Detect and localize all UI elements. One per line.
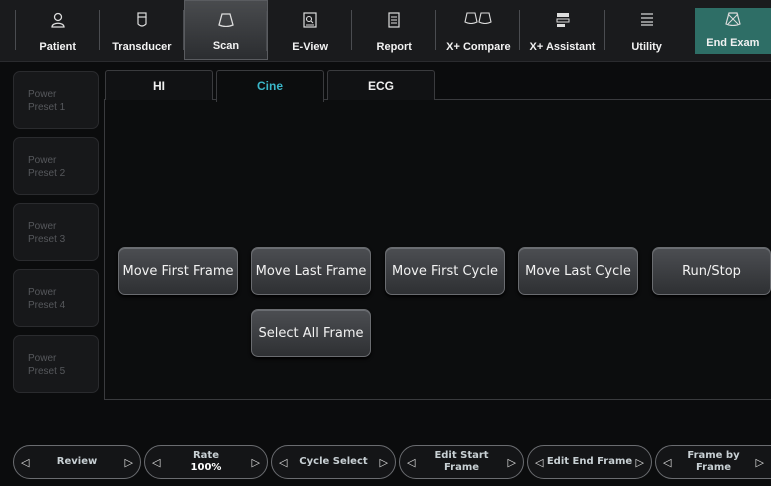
control-label: Frame by Frame xyxy=(687,450,740,473)
preset-line1: Power xyxy=(28,155,57,166)
preset-line2: Preset 4 xyxy=(28,300,66,311)
right-arrow-icon[interactable]: ▷ xyxy=(125,456,133,469)
toolbar-utility[interactable]: Utility xyxy=(605,0,689,60)
power-preset-4[interactable]: Power Preset 4 xyxy=(13,269,99,327)
right-arrow-icon[interactable]: ▷ xyxy=(252,456,260,469)
preset-line2: Preset 1 xyxy=(28,102,66,113)
preset-line2: Preset 3 xyxy=(28,234,66,245)
toolbar-label: X+ Assistant xyxy=(529,41,596,53)
toolbar-patient[interactable]: Patient xyxy=(16,0,100,60)
left-arrow-icon[interactable]: ◁ xyxy=(663,456,671,469)
edit-start-frame-control[interactable]: ◁ Edit Start Frame ▷ xyxy=(399,445,524,479)
preset-line1: Power xyxy=(28,353,57,364)
move-first-cycle-button[interactable]: Move First Cycle xyxy=(385,247,505,295)
power-preset-1[interactable]: Power Preset 1 xyxy=(13,71,99,129)
patient-icon xyxy=(51,12,65,28)
compare-icon xyxy=(464,12,493,24)
toolbar-eview[interactable]: E-View xyxy=(268,0,353,60)
review-control[interactable]: ◁ Review ▷ xyxy=(13,445,141,479)
rate-value: 100% xyxy=(190,462,222,473)
left-arrow-icon[interactable]: ◁ xyxy=(279,456,287,469)
power-preset-3[interactable]: Power Preset 3 xyxy=(13,203,99,261)
toolbar-spacer xyxy=(0,0,16,60)
left-arrow-icon[interactable]: ◁ xyxy=(535,456,543,469)
toolbar-assistant[interactable]: X+ Assistant xyxy=(520,0,605,60)
preset-line1: Power xyxy=(28,89,57,100)
end-exam-icon xyxy=(725,12,741,26)
toolbar-compare[interactable]: X+ Compare xyxy=(436,0,521,60)
toolbar-transducer[interactable]: Transducer xyxy=(100,0,185,60)
scan-icon xyxy=(218,13,234,27)
preset-line2: Preset 2 xyxy=(28,168,66,179)
control-label: Edit End Frame xyxy=(546,456,633,467)
tab-cine[interactable]: Cine xyxy=(216,70,324,102)
preset-line1: Power xyxy=(28,221,57,232)
toolbar-label: Utility xyxy=(631,41,662,53)
control-label: Review xyxy=(56,456,98,467)
toolbar-scan[interactable]: Scan xyxy=(183,0,269,60)
cycle-select-control[interactable]: ◁ Cycle Select ▷ xyxy=(271,445,396,479)
right-arrow-icon[interactable]: ▷ xyxy=(756,456,764,469)
preset-line1: Power xyxy=(28,287,57,298)
toolbar-end-exam[interactable]: End Exam xyxy=(694,8,771,54)
power-preset-5[interactable]: Power Preset 5 xyxy=(13,335,99,393)
toolbar-label: Scan xyxy=(212,40,240,52)
toolbar-label: Report xyxy=(376,41,412,53)
frame-by-frame-control[interactable]: ◁ Frame by Frame ▷ xyxy=(655,445,771,479)
top-toolbar: Patient Transducer Scan E-View Report X+… xyxy=(0,0,771,62)
control-label: Rate xyxy=(192,450,219,461)
run-stop-button[interactable]: Run/Stop xyxy=(652,247,771,295)
utility-icon xyxy=(640,13,653,26)
edit-end-frame-control[interactable]: ◁ Edit End Frame ▷ xyxy=(527,445,652,479)
toolbar-label: E-View xyxy=(292,41,329,53)
right-arrow-icon[interactable]: ▷ xyxy=(636,456,644,469)
toolbar-report[interactable]: Report xyxy=(352,0,437,60)
right-arrow-icon[interactable]: ▷ xyxy=(380,456,388,469)
move-first-frame-button[interactable]: Move First Frame xyxy=(118,247,238,295)
control-label: Edit Start Frame xyxy=(434,450,489,473)
power-preset-2[interactable]: Power Preset 2 xyxy=(13,137,99,195)
move-last-frame-button[interactable]: Move Last Frame xyxy=(251,247,371,295)
right-arrow-icon[interactable]: ▷ xyxy=(508,456,516,469)
toolbar-label: End Exam xyxy=(706,37,760,49)
eview-icon xyxy=(303,12,317,28)
toolbar-label: X+ Compare xyxy=(446,41,511,53)
toolbar-label: Patient xyxy=(39,41,77,53)
left-arrow-icon[interactable]: ◁ xyxy=(152,456,160,469)
rate-label-group: Rate 100% xyxy=(160,450,251,474)
preset-line2: Preset 5 xyxy=(28,366,66,377)
report-icon xyxy=(388,12,400,28)
left-arrow-icon[interactable]: ◁ xyxy=(21,456,29,469)
select-all-frame-button[interactable]: Select All Frame xyxy=(251,309,371,357)
transducer-icon xyxy=(137,12,147,27)
control-label: Cycle Select xyxy=(299,456,368,467)
move-last-cycle-button[interactable]: Move Last Cycle xyxy=(518,247,638,295)
tab-ecg[interactable]: ECG xyxy=(327,70,435,100)
toolbar-label: Transducer xyxy=(112,41,172,53)
rate-control[interactable]: ◁ Rate 100% ▷ xyxy=(144,445,268,479)
assistant-icon xyxy=(556,13,570,27)
tab-hi[interactable]: HI xyxy=(105,70,213,100)
left-arrow-icon[interactable]: ◁ xyxy=(407,456,415,469)
